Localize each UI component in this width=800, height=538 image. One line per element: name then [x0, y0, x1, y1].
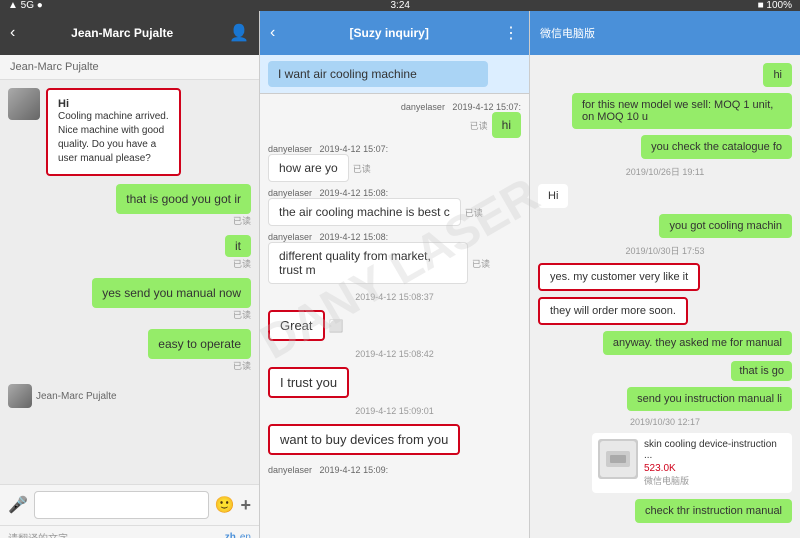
left-messages: Hi Cooling machine arrived.Nice machine …	[0, 80, 259, 484]
mid-message-trust: I trust you	[268, 367, 349, 398]
back-icon[interactable]: ‹	[10, 24, 15, 42]
left-input-area: 🎤 🙂 +	[0, 484, 259, 525]
message-sent-3: yes send you manual now	[92, 278, 251, 308]
right-ts-2: 2019/10/30日 17:53	[538, 244, 792, 257]
product-name: skin cooling device-instruction ...	[644, 439, 786, 461]
status-bar: ▲ 5G ● 3:24 ■ 100%	[0, 0, 800, 11]
message-sent-1: that is good you got ir	[116, 184, 251, 214]
read-status: 已读	[233, 214, 251, 227]
right-header: 微信电脑版	[530, 11, 800, 55]
mid-message-2: how are yo	[268, 154, 349, 182]
middle-back-icon[interactable]: ‹	[270, 24, 275, 42]
translate-label: 请翻译的文字...	[8, 530, 76, 538]
translate-bar: 请翻译的文字... zh en	[0, 525, 259, 538]
right-msg-4: Hi	[538, 184, 568, 208]
status-battery: ■ 100%	[758, 0, 792, 11]
read-status-3: 已读	[233, 308, 251, 321]
product-info: skin cooling device-instruction ... 523.…	[644, 439, 786, 487]
right-msg-7: they will order more soon.	[538, 297, 688, 325]
right-msg-10: send you instruction manual li	[627, 387, 792, 411]
right-msg-3: you check the catalogue fo	[641, 135, 792, 159]
middle-header: ‹ [Suzy inquiry] ⋮	[260, 11, 529, 55]
add-icon[interactable]: +	[240, 495, 251, 516]
mid-timestamp-2: 2019-4-12 15:08:42	[268, 349, 521, 359]
message-sent-4: easy to operate	[148, 329, 251, 359]
middle-messages: danyelaser 2019-4-12 15:07: 已读 hi danyel…	[260, 94, 529, 538]
left-header: ‹ Jean-Marc Pujalte 👤	[0, 11, 259, 55]
avatar-2	[8, 384, 32, 408]
mid-timestamp-1: 2019-4-12 15:08:37	[268, 292, 521, 302]
product-size: 523.0K	[644, 463, 786, 474]
message-received-1: Hi Cooling machine arrived.Nice machine …	[46, 88, 181, 176]
message-sent-2: it	[225, 235, 251, 257]
right-ts-1: 2019/10/26日 19:11	[538, 165, 792, 178]
right-msg-2: for this new model we sell: MOQ 1 unit, …	[572, 93, 792, 129]
product-source: 微信电脑版	[644, 474, 786, 487]
right-header-label: 微信电脑版	[540, 25, 595, 41]
right-msg-12: check thr instruction manual	[635, 499, 792, 523]
right-msg-6: yes. my customer very like it	[538, 263, 700, 291]
mid-icon-great: ⬜	[329, 319, 344, 333]
mid-timestamp-3: 2019-4-12 15:09:01	[268, 406, 521, 416]
left-header-title: Jean-Marc Pujalte	[71, 26, 173, 40]
message-input[interactable]	[34, 491, 209, 519]
status-time: 3:24	[390, 0, 409, 11]
middle-header-title: [Suzy inquiry]	[349, 26, 428, 40]
mid-message-great: Great	[268, 310, 325, 341]
mid-sender-2: danyelaser 2019-4-12 15:07:	[268, 144, 388, 154]
mid-sender-3: danyelaser 2019-4-12 15:08:	[268, 188, 388, 198]
emoji-icon[interactable]: 🙂	[215, 495, 235, 515]
left-chat-panel: ‹ Jean-Marc Pujalte 👤 Jean-Marc Pujalte	[0, 11, 260, 538]
right-msg-1: hi	[763, 63, 792, 87]
right-msg-8: anyway. they asked me for manual	[603, 331, 792, 355]
middle-chat-panel: ‹ [Suzy inquiry] ⋮ I want air cooling ma…	[260, 11, 530, 538]
product-thumbnail	[598, 439, 638, 479]
mic-icon[interactable]: 🎤	[8, 495, 28, 515]
mid-sender-5: danyelaser 2019-4-12 15:09:	[268, 465, 388, 475]
right-messages: hi for this new model we sell: MOQ 1 uni…	[530, 55, 800, 538]
translate-en[interactable]: en	[240, 532, 251, 538]
right-chat-panel: 微信电脑版 hi for this new model we sell: MOQ…	[530, 11, 800, 538]
mid-sender-4: danyelaser 2019-4-12 15:08:	[268, 232, 388, 242]
status-icons: ▲ 5G ●	[8, 0, 43, 11]
product-card: skin cooling device-instruction ... 523.…	[592, 433, 792, 493]
mid-sender-1: danyelaser 2019-4-12 15:07:	[401, 102, 521, 112]
mid-message-1: hi	[492, 112, 521, 138]
read-status-2: 已读	[233, 257, 251, 270]
translate-zh[interactable]: zh	[225, 532, 236, 538]
top-message: I want air cooling machine	[268, 61, 488, 87]
right-ts-3: 2019/10/30 12:17	[538, 417, 792, 427]
mid-message-buy: want to buy devices from you	[268, 424, 460, 455]
right-msg-9: that is go	[731, 361, 792, 381]
person-icon[interactable]: 👤	[229, 23, 249, 43]
read-status-4: 已读	[233, 359, 251, 372]
mid-message-4: different quality from market, trust m	[268, 242, 468, 284]
middle-menu-icon[interactable]: ⋮	[503, 23, 519, 43]
mid-message-3: the air cooling machine is best c	[268, 198, 461, 226]
contact-name-footer: Jean-Marc Pujalte	[36, 391, 117, 402]
right-msg-5: you got cooling machin	[659, 214, 792, 238]
left-contact-bar: Jean-Marc Pujalte	[0, 55, 259, 80]
contact-name: Jean-Marc Pujalte	[10, 61, 99, 73]
avatar	[8, 88, 40, 120]
